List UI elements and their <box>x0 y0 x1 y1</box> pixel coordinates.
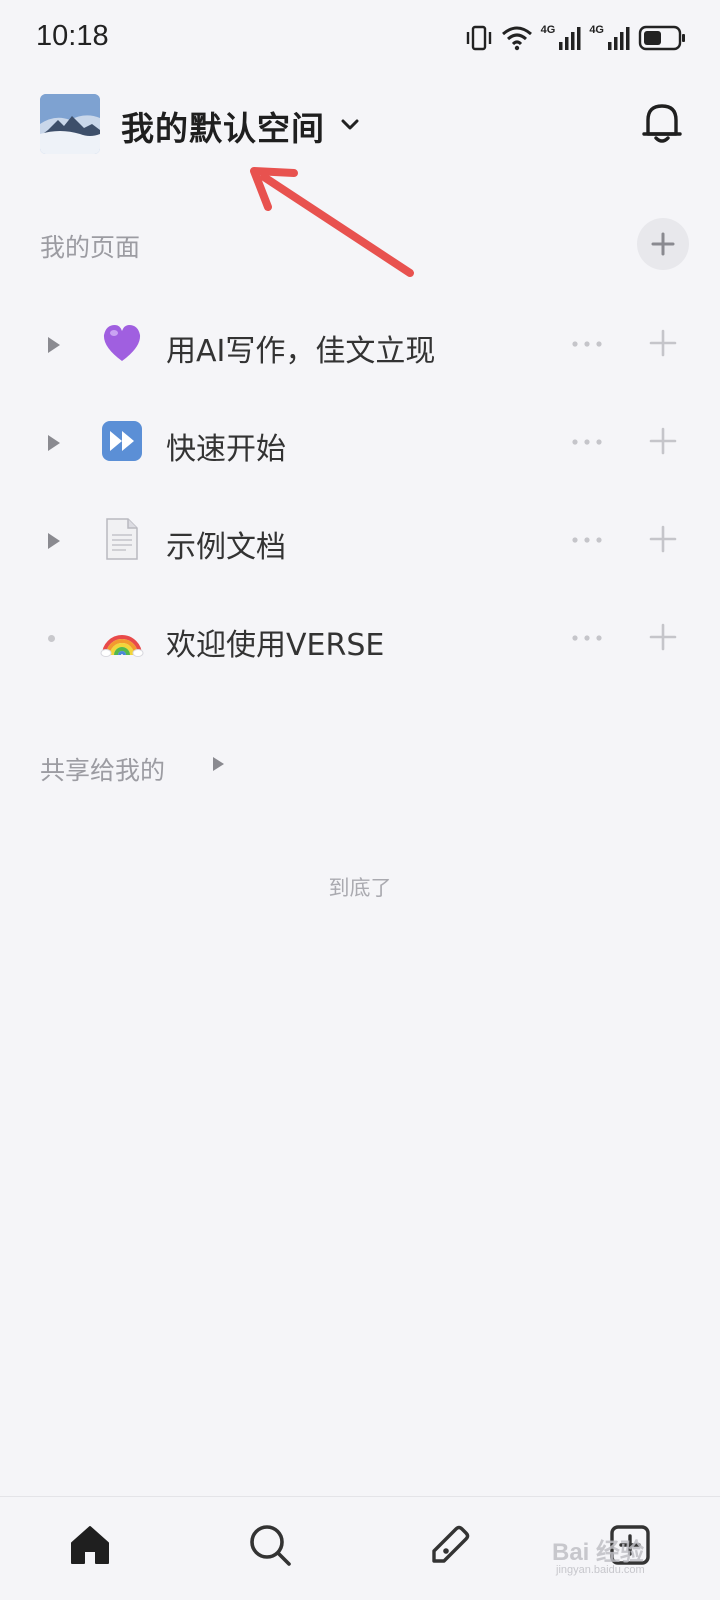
add-page-button[interactable] <box>637 218 689 270</box>
more-icon[interactable] <box>570 528 604 552</box>
add-subpage-icon[interactable] <box>648 328 678 358</box>
add-subpage-icon[interactable] <box>648 426 678 456</box>
network-label-1: 4G <box>540 24 556 36</box>
fast-forward-emoji <box>100 419 144 463</box>
rainbow-emoji <box>100 615 144 659</box>
add-subpage-icon[interactable] <box>648 622 678 652</box>
expand-triangle-icon[interactable] <box>44 530 64 552</box>
workspace-header[interactable]: 我的默认空间 <box>0 86 720 162</box>
expand-triangle-icon[interactable] <box>44 432 64 454</box>
battery-icon <box>638 25 686 51</box>
chevron-down-icon[interactable] <box>337 112 363 138</box>
expand-triangle-icon[interactable] <box>44 334 64 356</box>
signal-icon <box>608 26 630 50</box>
more-icon[interactable] <box>570 430 604 454</box>
purple-heart-emoji <box>100 321 144 365</box>
watermark-logo: Bai 经验 <box>552 1539 645 1566</box>
end-of-list-text: 到底了 <box>328 876 392 900</box>
page-item[interactable]: 用AI写作，佳文立现 <box>0 296 720 394</box>
page-emoji <box>100 517 144 561</box>
page-label[interactable]: 示例文档 <box>166 522 286 566</box>
edit-icon[interactable] <box>426 1521 474 1569</box>
bell-icon[interactable] <box>640 100 684 146</box>
more-icon[interactable] <box>570 626 604 650</box>
page-label[interactable]: 欢迎使用VERSE <box>166 620 384 664</box>
leaf-dot-icon <box>48 635 55 642</box>
watermark-url: jingyan.baidu.com <box>556 1564 645 1576</box>
page-item[interactable]: 示例文档 <box>0 492 720 590</box>
page-label[interactable]: 用AI写作，佳文立现 <box>166 326 435 370</box>
signal-icon <box>559 26 581 50</box>
search-icon[interactable] <box>246 1521 294 1569</box>
status-icons: 4G 4G <box>465 22 686 54</box>
home-icon[interactable] <box>66 1521 114 1569</box>
status-bar: 10:18 4G 4G <box>0 0 720 76</box>
my-pages-title: 我的页面 <box>40 233 141 262</box>
vibrate-icon <box>465 25 493 51</box>
shared-with-me-title[interactable]: 共享给我的 <box>40 751 165 787</box>
page-label[interactable]: 快速开始 <box>166 424 286 468</box>
workspace-avatar[interactable] <box>40 94 100 154</box>
more-icon[interactable] <box>570 332 604 356</box>
expand-triangle-icon[interactable] <box>210 754 226 774</box>
page-item[interactable]: 快速开始 <box>0 394 720 492</box>
annotation-arrow <box>250 167 414 277</box>
page-item[interactable]: 欢迎使用VERSE <box>0 590 720 688</box>
wifi-icon <box>501 25 533 51</box>
network-label-2: 4G <box>589 24 604 36</box>
plus-icon <box>651 232 675 256</box>
status-time: 10:18 <box>36 20 109 52</box>
workspace-title[interactable]: 我的默认空间 <box>121 102 325 150</box>
add-subpage-icon[interactable] <box>648 524 678 554</box>
